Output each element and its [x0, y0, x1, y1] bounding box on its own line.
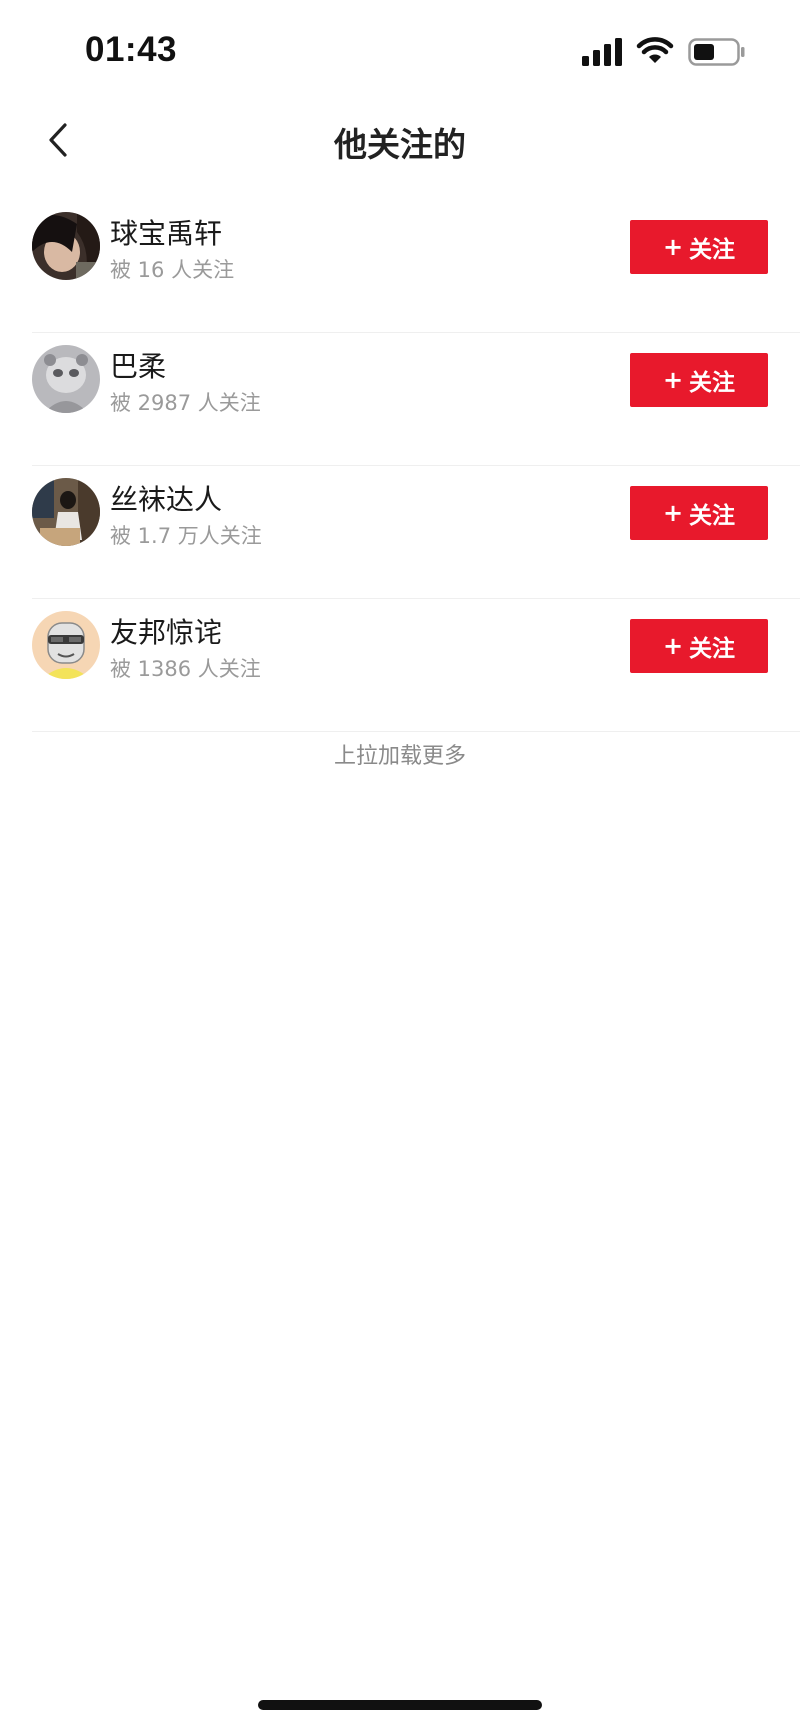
home-indicator — [258, 1700, 542, 1710]
nav-bar: 他关注的 — [0, 96, 800, 184]
user-name[interactable]: 丝袜达人 — [110, 478, 222, 518]
status-bar: 01:43 — [0, 0, 800, 96]
plus-icon: + — [662, 366, 684, 394]
list-item[interactable]: 球宝禹轩 被 16 人关注 + 关注 — [32, 200, 800, 333]
follower-count: 被 2987 人关注 — [110, 391, 261, 415]
follow-button[interactable]: + 关注 — [630, 353, 768, 407]
follower-count: 被 1386 人关注 — [110, 657, 261, 681]
screen: 01:43 他关注的 球宝禹轩 被 16 人关注 + 关注 巴柔 被 2987 … — [0, 0, 800, 1731]
user-name[interactable]: 巴柔 — [110, 345, 166, 385]
avatar[interactable] — [32, 478, 100, 546]
plus-icon: + — [662, 499, 684, 527]
user-name[interactable]: 球宝禹轩 — [110, 212, 222, 252]
follow-button[interactable]: + 关注 — [630, 619, 768, 673]
battery-icon — [688, 38, 745, 66]
list-item[interactable]: 丝袜达人 被 1.7 万人关注 + 关注 — [32, 466, 800, 599]
follow-button-label: 关注 — [689, 636, 736, 662]
follow-button[interactable]: + 关注 — [630, 486, 768, 540]
avatar-cartoon-icon — [32, 611, 100, 679]
user-name[interactable]: 友邦惊诧 — [110, 611, 222, 651]
list-item[interactable]: 巴柔 被 2987 人关注 + 关注 — [32, 333, 800, 466]
cellular-signal-icon — [582, 38, 622, 66]
follow-button-label: 关注 — [689, 370, 736, 396]
user-list: 球宝禹轩 被 16 人关注 + 关注 巴柔 被 2987 人关注 + 关注 丝袜… — [32, 200, 800, 732]
list-item[interactable]: 友邦惊诧 被 1386 人关注 + 关注 — [32, 599, 800, 732]
page-title: 他关注的 — [334, 125, 466, 164]
avatar[interactable] — [32, 611, 100, 679]
avatar-photo-icon — [32, 478, 100, 546]
plus-icon: + — [662, 632, 684, 660]
avatar[interactable] — [32, 345, 100, 413]
status-time: 01:43 — [85, 30, 178, 69]
avatar-sketch-icon — [32, 345, 100, 413]
follower-count: 被 1.7 万人关注 — [110, 524, 262, 548]
plus-icon: + — [662, 233, 684, 261]
avatar-photo-icon — [32, 212, 100, 280]
follow-button-label: 关注 — [689, 237, 736, 263]
wifi-icon — [636, 37, 674, 63]
follow-button[interactable]: + 关注 — [630, 220, 768, 274]
load-more-hint: 上拉加载更多 — [333, 744, 466, 769]
follower-count: 被 16 人关注 — [110, 258, 235, 282]
avatar[interactable] — [32, 212, 100, 280]
follow-button-label: 关注 — [689, 503, 736, 529]
